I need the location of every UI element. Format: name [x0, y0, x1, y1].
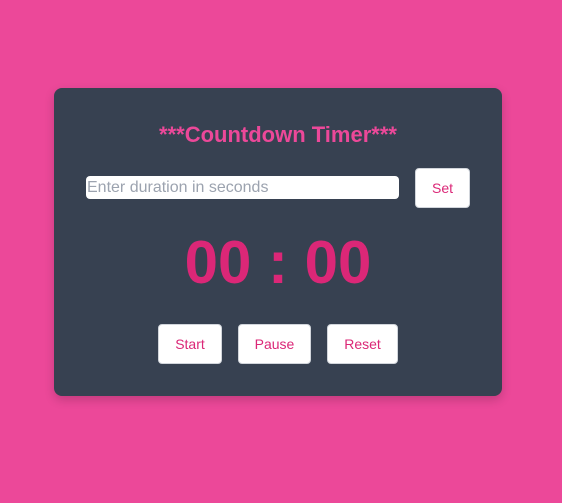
set-button[interactable]: Set	[415, 168, 470, 208]
page-title: ***Countdown Timer***	[159, 122, 397, 147]
timer-separator: :	[251, 229, 305, 296]
timer-seconds: 00	[304, 229, 372, 296]
duration-input[interactable]	[86, 176, 399, 199]
reset-button[interactable]: Reset	[327, 324, 398, 364]
start-button[interactable]: Start	[158, 324, 222, 364]
pause-button[interactable]: Pause	[238, 324, 311, 364]
timer-card: ***Countdown Timer*** Set 00 : 00 Start …	[54, 88, 502, 396]
timer-display: 00 : 00	[54, 228, 502, 298]
timer-minutes: 00	[184, 229, 252, 296]
